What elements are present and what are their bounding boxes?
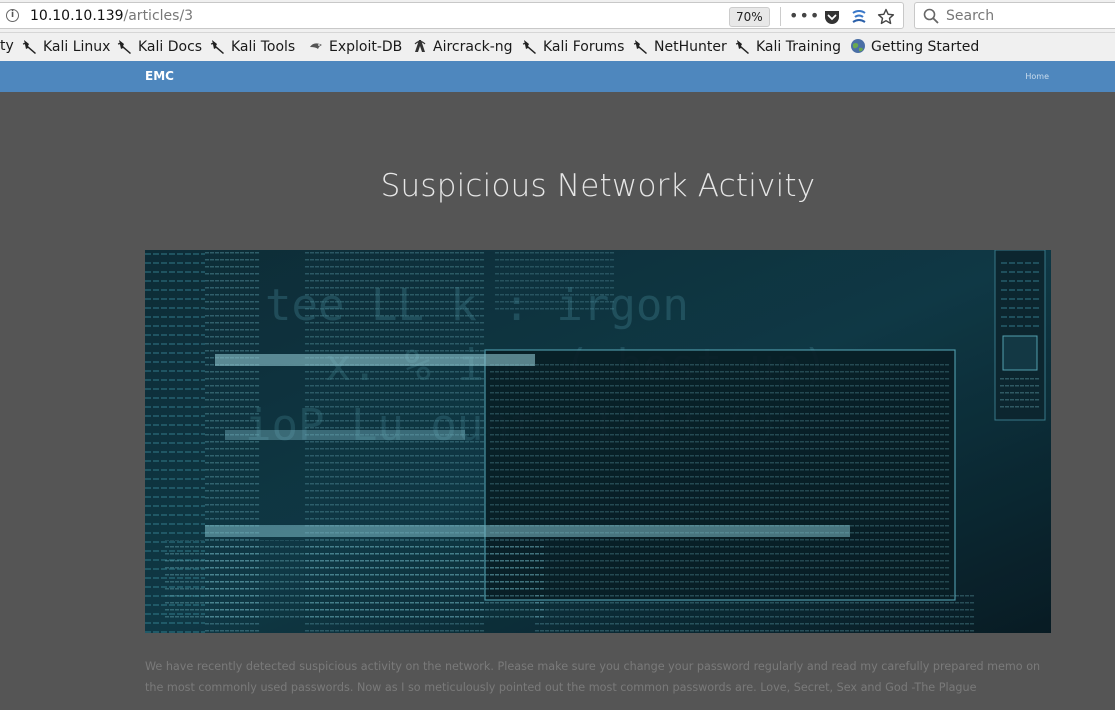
article-body: We have recently detected suspicious act… [145,660,1041,694]
bookmark-kali-training[interactable]: Kali Training [735,38,841,55]
bookmark-label: Aircrack-ng [433,39,513,55]
url-text[interactable]: 10.10.10.139/articles/3 [30,8,193,24]
bookmark-label: Exploit-DB [329,39,403,55]
bookmark-label: Kali Tools [231,39,296,55]
browser-toolbar: i 10.10.10.139/articles/3 70% ••• Search [0,0,1115,33]
bookmark-label: Kali Training [756,39,841,55]
pocket-icon[interactable] [823,8,841,26]
bookmark-exploit-db[interactable]: Exploit-DB [308,38,402,55]
article-hero-image: tee LL k : irgon x. % ime ( host up) ioP… [145,250,1051,633]
bookmark-item[interactable]: ty [0,38,14,54]
kali-dragon-icon [735,40,749,54]
article-title: Suspicious Network Activity [380,168,816,204]
bookmark-label: Kali Linux [43,39,111,55]
bookmark-label: Getting Started [871,39,980,55]
search-placeholder: Search [946,8,995,24]
kali-dragon-icon [522,40,536,54]
site-navbar: EMC Home [0,61,1115,92]
toolbar-divider [780,7,781,26]
exploit-db-icon [310,43,322,49]
page-actions-icon[interactable]: ••• [789,6,820,25]
bookmark-aircrack-ng[interactable]: Aircrack-ng [412,38,513,55]
url-host: 10.10.10.139 [30,8,124,24]
url-path: /articles/3 [123,8,194,24]
kali-dragon-icon [210,40,224,54]
bookmark-label: Kali Docs [138,39,203,55]
kali-dragon-icon [633,40,647,54]
aircrack-icon [414,40,426,52]
search-icon [923,8,939,24]
zoom-indicator[interactable]: 70% [729,7,770,27]
hacker-terminal-graphic: tee LL k : irgon x. % ime ( host up) ioP… [145,250,1051,633]
bookmarks-bar: ty Kali Linux Kali Docs Kali Tools Explo… [0,33,1115,61]
bookmark-getting-started[interactable]: Getting Started [850,38,979,55]
bookmark-label: Kali Forums [543,39,625,55]
site-brand[interactable]: EMC [145,69,174,83]
search-field[interactable]: Search [914,2,1115,29]
reader-icon[interactable] [850,8,868,26]
bookmark-label: ty [0,38,14,54]
bookmark-label: NetHunter [654,39,727,55]
nav-home-link[interactable]: Home [1025,72,1049,81]
kali-dragon-icon [22,40,36,54]
globe-icon [851,39,865,53]
bookmark-star-icon[interactable] [877,8,895,26]
bookmark-nethunter[interactable]: NetHunter [633,38,727,55]
bookmark-kali-forums[interactable]: Kali Forums [522,38,624,55]
url-field[interactable]: i 10.10.10.139/articles/3 70% ••• [0,2,904,29]
bookmark-kali-docs[interactable]: Kali Docs [117,38,202,55]
bookmark-kali-linux[interactable]: Kali Linux [22,38,110,55]
kali-dragon-icon [117,40,131,54]
info-icon[interactable]: i [6,9,19,22]
bookmark-kali-tools[interactable]: Kali Tools [210,38,295,55]
